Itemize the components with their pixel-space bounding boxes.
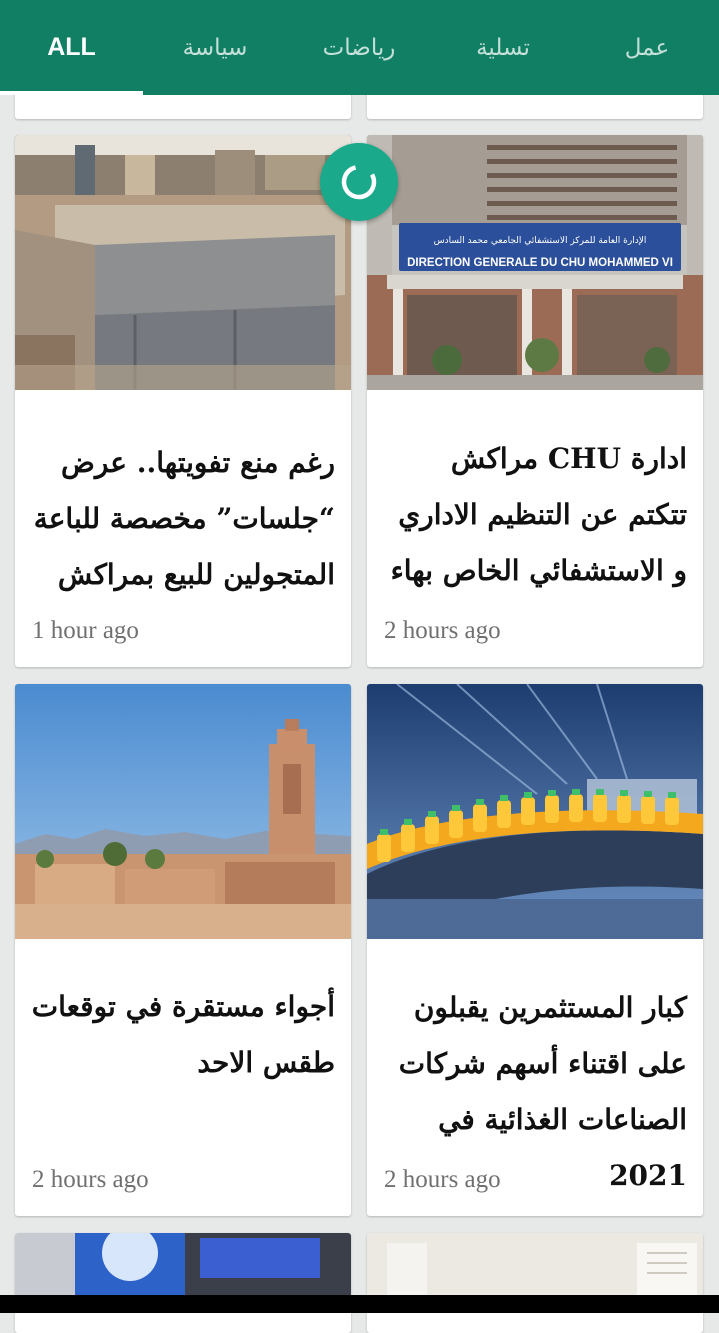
article-card-partial[interactable] [15, 1233, 351, 1333]
marrakech-minaret-photo [15, 684, 351, 939]
tab-all[interactable]: ALL [0, 0, 143, 95]
sign-arabic-text: الإدارة العامة للمركز الاستشفائي الجامعي… [434, 236, 647, 246]
article-title: أجواء مستقرة في توقعات طقس الاحد [31, 990, 335, 1079]
active-tab-indicator [0, 91, 143, 95]
refresh-spinner [320, 143, 398, 221]
sign-french-text: DIRECTION GENERALE DU CHU MOHAMMED VI [407, 257, 673, 269]
tab-sports[interactable]: رياضات [287, 0, 431, 95]
refresh-icon [341, 164, 377, 200]
chu-building-photo: الإدارة العامة للمركز الاستشفائي الجامعي… [367, 135, 703, 390]
article-card[interactable]: أجواء مستقرة في توقعات طقس الاحد 2 hours… [15, 684, 351, 1216]
article-title: رغم منع تفويتها.. عرض “جلسات” مخصصة للبا… [33, 446, 335, 591]
system-navigation-bar [0, 1295, 719, 1313]
category-tab-bar: ALL سياسة رياضات تسلية عمل [0, 0, 719, 95]
market-stall-photo [15, 135, 351, 390]
article-card[interactable]: الإدارة العامة للمركز الاستشفائي الجامعي… [367, 135, 703, 667]
article-card-partial[interactable] [367, 1233, 703, 1333]
tab-entertainment[interactable]: تسلية [431, 0, 575, 95]
article-timestamp: 2 hours ago [384, 617, 501, 644]
article-card[interactable]: رغم منع تفويتها.. عرض “جلسات” مخصصة للبا… [15, 135, 351, 667]
article-card[interactable]: كبار المستثمرين يقبلون على اقتناء أسهم ش… [367, 684, 703, 1216]
article-timestamp: 1 hour ago [32, 617, 139, 644]
article-title: ادارة CHU مراكش تتكتم عن التنظيم الاداري… [390, 442, 687, 587]
article-timestamp: 2 hours ago [384, 1166, 501, 1193]
tab-politics[interactable]: سياسة [143, 0, 287, 95]
juice-factory-photo [367, 684, 703, 939]
article-timestamp: 2 hours ago [32, 1166, 149, 1193]
tab-business[interactable]: عمل [575, 0, 719, 95]
